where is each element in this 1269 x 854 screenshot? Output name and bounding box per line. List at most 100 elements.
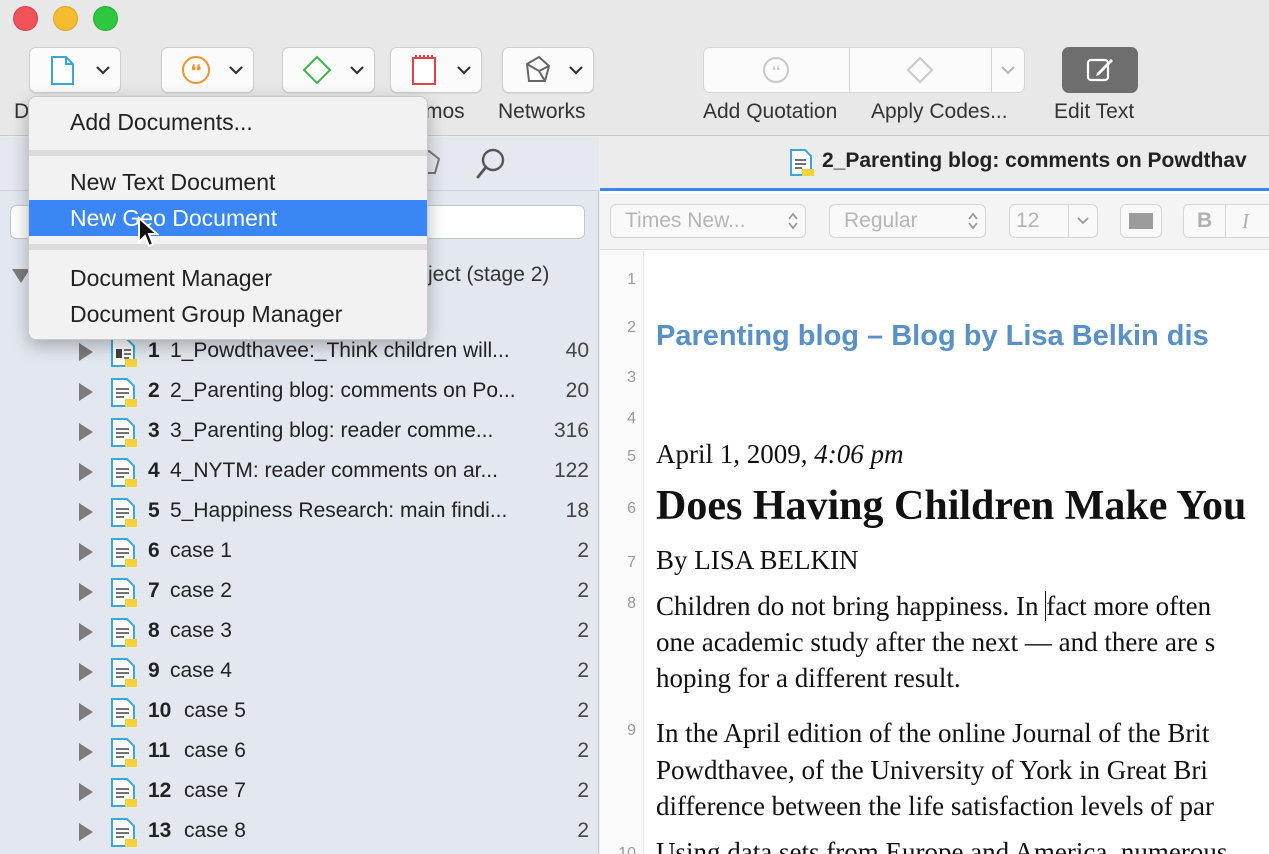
document-row[interactable]: 2 2_Parenting blog: comments on Po... 20	[0, 372, 599, 412]
line-number: 4	[627, 410, 636, 427]
blog-title[interactable]: Parenting blog – Blog by Lisa Belkin dis	[656, 320, 1209, 353]
menu-separator	[29, 244, 427, 250]
document-row[interactable]: 9 case 4 2	[0, 652, 599, 692]
paragraph-2-line-3[interactable]: difference between the life satisfaction…	[656, 791, 1214, 822]
quotation-count: 2	[577, 619, 589, 642]
document-row[interactable]: 4 4_NYTM: reader comments on ar... 122	[0, 452, 599, 492]
apply-codes-button[interactable]	[850, 48, 991, 92]
quotation-icon: ❛❛	[182, 56, 210, 84]
document-row[interactable]: 11 case 6 2	[0, 732, 599, 772]
document-row[interactable]: 10 case 5 2	[0, 692, 599, 732]
editor-tab-bar: 2_Parenting blog: comments on Powdthav	[600, 137, 1269, 191]
zoom-window-button[interactable]	[93, 6, 118, 31]
code-icon	[302, 55, 332, 85]
documents-button[interactable]	[29, 47, 121, 93]
menu-item-add-documents[interactable]: Add Documents...	[29, 104, 427, 140]
disclosure-triangle-icon[interactable]	[79, 543, 93, 561]
menu-item-new-text-document[interactable]: New Text Document	[29, 164, 427, 200]
document-row[interactable]: 6 case 1 2	[0, 532, 599, 572]
quotations-button[interactable]: ❛❛	[161, 47, 254, 93]
font-size-value: 12	[1016, 209, 1040, 232]
italic-button[interactable]: I	[1242, 205, 1249, 237]
document-number: 7	[148, 579, 160, 602]
networks-button[interactable]	[502, 47, 594, 93]
line-number: 1	[627, 271, 636, 288]
quotation-count: 2	[577, 819, 589, 842]
menu-item-document-manager[interactable]: Document Manager	[29, 260, 427, 296]
quotation-count: 18	[565, 499, 589, 522]
document-row[interactable]: 13 case 8 2	[0, 812, 599, 852]
document-icon	[51, 56, 74, 85]
editor-tab-title[interactable]: 2_Parenting blog: comments on Powdthav	[822, 149, 1247, 173]
apply-codes-icon	[906, 56, 934, 84]
chevron-down-icon	[1077, 217, 1089, 225]
disclosure-triangle-icon[interactable]	[79, 503, 93, 521]
menu-item-document-group-manager[interactable]: Document Group Manager	[29, 296, 427, 332]
disclosure-triangle-icon[interactable]	[79, 703, 93, 721]
document-number: 1	[148, 339, 160, 362]
document-row[interactable]: 5 5_Happiness Research: main findi... 18	[0, 492, 599, 532]
paragraph-3-line-1[interactable]: Using data sets from Europe and America,…	[656, 837, 1227, 854]
document-row[interactable]: 12 case 7 2	[0, 772, 599, 812]
document-number: 4	[148, 459, 160, 482]
disclosure-triangle-icon[interactable]	[79, 583, 93, 601]
chevron-down-icon	[457, 66, 471, 75]
quotation-count: 2	[577, 739, 589, 762]
headline[interactable]: Does Having Children Make You	[656, 482, 1246, 530]
disclosure-triangle-icon[interactable]	[79, 623, 93, 641]
add-quotation-button[interactable]: ❛❛	[704, 48, 849, 92]
document-name: 5_Happiness Research: main findi...	[170, 499, 508, 522]
chevron-down-icon	[350, 66, 364, 75]
menu-item-new-geo-document[interactable]: New Geo Document	[29, 200, 427, 236]
minimize-window-button[interactable]	[53, 6, 78, 31]
disclosure-triangle-icon[interactable]	[79, 343, 93, 361]
font-size-select[interactable]: 12	[1009, 204, 1098, 238]
disclosure-triangle-icon[interactable]	[79, 383, 93, 401]
disclosure-triangle-icon[interactable]	[79, 463, 93, 481]
paragraph-1-line-3[interactable]: hoping for a different result.	[656, 663, 961, 694]
memos-button[interactable]	[390, 47, 482, 93]
paragraph-1-line-2[interactable]: one academic study after the next — and …	[656, 627, 1215, 658]
line-number-gutter: 1 2 3 4 5 6 7 8 9 10	[600, 251, 644, 854]
paragraph-2-line-2[interactable]: Powdthavee, of the University of York in…	[656, 755, 1208, 786]
disclosure-triangle-icon[interactable]	[79, 823, 93, 841]
text-after-cursor: fact more often	[1045, 591, 1212, 621]
stepper-icon	[788, 212, 798, 230]
document-number: 6	[148, 539, 160, 562]
quotation-count: 316	[553, 419, 589, 442]
document-name: case 8	[184, 819, 246, 842]
text-color-button[interactable]	[1120, 204, 1162, 238]
disclosure-triangle-icon[interactable]	[79, 743, 93, 761]
edit-text-button[interactable]	[1062, 47, 1138, 93]
text-document-icon	[111, 738, 137, 767]
post-date[interactable]: April 1, 2009, 4:06 pm	[656, 439, 904, 470]
font-family-select[interactable]: Times New...	[610, 204, 806, 238]
document-row[interactable]: 7 case 2 2	[0, 572, 599, 612]
document-name: case 2	[170, 579, 232, 602]
bold-button[interactable]: B	[1197, 205, 1212, 237]
text-document-icon	[111, 578, 137, 607]
apply-codes-menu-button[interactable]	[992, 48, 1024, 92]
text-document-icon	[111, 658, 137, 687]
svg-text:❛❛: ❛❛	[772, 63, 780, 78]
text-before-cursor: Children do not bring happiness. In	[656, 591, 1046, 621]
disclosure-triangle-icon[interactable]	[79, 663, 93, 681]
close-window-button[interactable]	[13, 6, 38, 31]
paragraph-2-line-1[interactable]: In the April edition of the online Journ…	[656, 718, 1209, 749]
memo-icon	[412, 55, 436, 85]
disclosure-triangle-icon[interactable]	[79, 423, 93, 441]
disclosure-triangle-icon[interactable]	[79, 783, 93, 801]
document-name: 4_NYTM: reader comments on ar...	[170, 459, 498, 482]
font-style-select[interactable]: Regular	[829, 204, 986, 238]
document-row[interactable]: 8 case 3 2	[0, 612, 599, 652]
codes-button[interactable]	[282, 47, 375, 93]
document-row[interactable]: 3 3_Parenting blog: reader comme... 316	[0, 412, 599, 452]
search-icon[interactable]	[474, 147, 508, 181]
text-document-icon	[111, 698, 137, 727]
color-swatch	[1129, 213, 1153, 229]
paragraph-1-line-1[interactable]: Children do not bring happiness. In fact…	[656, 591, 1212, 622]
quotation-count: 122	[553, 459, 589, 482]
document-number: 8	[148, 619, 160, 642]
byline[interactable]: By LISA BELKIN	[656, 545, 859, 576]
line-number: 8	[627, 595, 636, 612]
